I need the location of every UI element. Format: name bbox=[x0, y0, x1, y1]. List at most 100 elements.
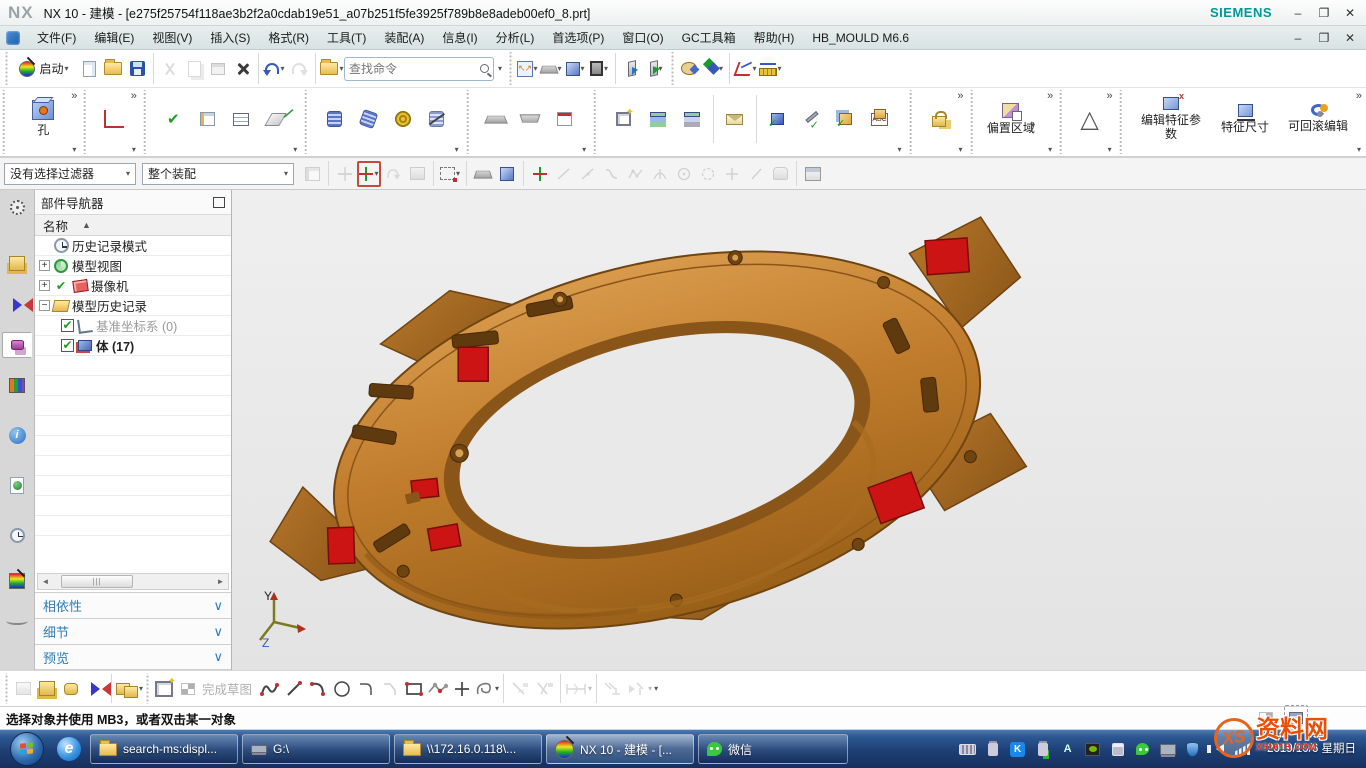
menu-tools[interactable]: 工具(T) bbox=[318, 26, 375, 49]
graphics-window[interactable]: Y Z X bbox=[232, 190, 1366, 670]
pmi-button[interactable]: ▾ bbox=[734, 56, 758, 82]
tree-item-model-views[interactable]: + 模型视图 bbox=[35, 256, 231, 276]
layer-settings-button[interactable] bbox=[641, 102, 675, 136]
note-button[interactable] bbox=[718, 102, 752, 136]
doc-minimize-button[interactable]: – bbox=[1290, 31, 1306, 45]
move-component-button[interactable] bbox=[59, 676, 83, 702]
datum-plane-button[interactable] bbox=[258, 102, 292, 136]
orientation-triad[interactable]: Y Z X bbox=[246, 588, 316, 648]
roller-button[interactable] bbox=[386, 102, 420, 136]
resource-bar-collapse[interactable] bbox=[4, 608, 30, 634]
part-dialog-button[interactable] bbox=[190, 102, 224, 136]
command-search-input[interactable] bbox=[349, 62, 480, 76]
tray-a-app-icon[interactable]: A bbox=[1059, 741, 1076, 757]
doc-close-button[interactable]: ✕ bbox=[1342, 31, 1358, 45]
menu-analysis[interactable]: 分析(L) bbox=[487, 26, 544, 49]
undo-button[interactable]: ▾ bbox=[263, 56, 287, 82]
polyline-button[interactable] bbox=[426, 676, 450, 702]
menu-assemblies[interactable]: 装配(A) bbox=[375, 26, 433, 49]
bounded-frame-button[interactable] bbox=[607, 102, 641, 136]
highlight-filter-button[interactable]: ▾ bbox=[357, 161, 381, 187]
orient-view-button[interactable]: ▾ bbox=[539, 56, 563, 82]
menu-information[interactable]: 信息(I) bbox=[433, 26, 486, 49]
tree-item-body[interactable]: ✔ 体 (17) bbox=[35, 336, 231, 356]
tray-volume-icon[interactable] bbox=[1209, 741, 1226, 757]
menu-format[interactable]: 格式(R) bbox=[259, 26, 318, 49]
collapse-icon[interactable]: − bbox=[39, 300, 50, 311]
true-shading-button[interactable] bbox=[677, 56, 701, 82]
open-recent-button[interactable]: ▾ bbox=[320, 56, 344, 82]
extension-spring-button[interactable] bbox=[352, 102, 386, 136]
new-section-button[interactable] bbox=[620, 56, 644, 82]
section-details[interactable]: 细节 ∨ bbox=[35, 618, 231, 644]
toolbar-grip[interactable] bbox=[4, 52, 9, 85]
rollback-edit-button[interactable]: 可回滚编辑 bbox=[1280, 102, 1356, 135]
scroll-left-arrow[interactable]: ◄ bbox=[38, 577, 53, 586]
menu-edit[interactable]: 编辑(E) bbox=[85, 26, 143, 49]
snap-point-toggle[interactable] bbox=[528, 161, 552, 187]
visual-effects-button[interactable]: ▾ bbox=[701, 56, 725, 82]
menu-hb-mould[interactable]: HB_MOULD M6.6 bbox=[803, 28, 918, 48]
taskbar-gdrive[interactable]: G:\ bbox=[242, 734, 390, 764]
assembly-navigator-tab[interactable] bbox=[4, 252, 30, 278]
scroll-right-arrow[interactable]: ► bbox=[213, 577, 228, 586]
scrollbar-thumb[interactable]: ||| bbox=[61, 575, 133, 588]
tray-display-icon[interactable] bbox=[1159, 741, 1176, 757]
taskbar-network-folder[interactable]: \\172.16.0.118\... bbox=[394, 734, 542, 764]
tray-usb-icon[interactable] bbox=[984, 741, 1001, 757]
fit-view-button[interactable]: ↖↗▾ bbox=[515, 56, 539, 82]
delete-button[interactable] bbox=[230, 56, 254, 82]
menu-help[interactable]: 帮助(H) bbox=[745, 26, 804, 49]
menu-file[interactable]: 文件(F) bbox=[28, 26, 85, 49]
command-finder[interactable] bbox=[344, 57, 494, 81]
validate-body-button[interactable] bbox=[829, 102, 863, 136]
tray-clipboard-icon[interactable] bbox=[1109, 741, 1126, 757]
edit-feature-parameters-button[interactable]: 编辑特征参数 bbox=[1132, 95, 1210, 144]
examine-geometry-button[interactable] bbox=[761, 102, 795, 136]
start-button[interactable] bbox=[10, 732, 44, 766]
circle-button[interactable] bbox=[330, 676, 354, 702]
wave-lock-button[interactable] bbox=[922, 102, 956, 136]
taskbar-nx-window[interactable]: NX 10 - 建模 - [... bbox=[546, 734, 694, 764]
triangle-tool-button[interactable]: △ bbox=[1073, 102, 1107, 136]
rendering-style-button[interactable]: ▾ bbox=[563, 56, 587, 82]
restore-button[interactable]: ❐ bbox=[1316, 6, 1332, 20]
history-palette-tab[interactable] bbox=[4, 472, 30, 498]
tray-wechat-icon[interactable] bbox=[1134, 741, 1151, 757]
wedge-display-button[interactable] bbox=[471, 161, 495, 187]
tree-item-datum-csys[interactable]: ✔ 基准坐标系 (0) bbox=[35, 316, 231, 336]
point-button[interactable] bbox=[450, 676, 474, 702]
assembly-constraints-button[interactable] bbox=[83, 676, 107, 702]
start-menu-button[interactable]: 启动 ▾ bbox=[11, 56, 77, 82]
part-navigator-tab[interactable] bbox=[2, 332, 32, 358]
layer-list-button[interactable] bbox=[675, 102, 709, 136]
select-list-button[interactable] bbox=[547, 102, 581, 136]
taskbar-wechat[interactable]: 微信 bbox=[698, 734, 848, 764]
tray-k-app-icon[interactable]: K bbox=[1009, 741, 1026, 757]
tree-item-model-history[interactable]: − 模型历史记录 bbox=[35, 296, 231, 316]
draft-tool-button[interactable] bbox=[513, 102, 547, 136]
tree-item-cameras[interactable]: + ✔ 摄像机 bbox=[35, 276, 231, 296]
system-clock-tab[interactable] bbox=[4, 522, 30, 548]
open-file-button[interactable] bbox=[101, 56, 125, 82]
new-file-button[interactable] bbox=[77, 56, 101, 82]
menu-window[interactable]: 窗口(O) bbox=[613, 26, 672, 49]
sketch-check-button[interactable]: ✔ bbox=[156, 102, 190, 136]
fix-geometry-button[interactable] bbox=[795, 102, 829, 136]
web-browser-tab[interactable]: i bbox=[4, 422, 30, 448]
feature-dimensions-button[interactable]: 特征尺寸 bbox=[1210, 102, 1280, 136]
constraint-navigator-tab[interactable] bbox=[4, 292, 30, 318]
browser-quicklaunch[interactable]: e bbox=[52, 734, 86, 764]
reuse-library-tab[interactable] bbox=[4, 372, 30, 398]
body-checkbox[interactable]: ✔ bbox=[61, 339, 74, 352]
grid-snap-button[interactable] bbox=[801, 161, 825, 187]
taskbar-search-folder[interactable]: search-ms:displ... bbox=[90, 734, 238, 764]
selection-scope-dropdown[interactable]: 整个装配▾ bbox=[142, 163, 294, 185]
menu-view[interactable]: 视图(V) bbox=[143, 26, 201, 49]
chamfer-tool-button[interactable] bbox=[479, 102, 513, 136]
pattern-component-button[interactable]: ▾ bbox=[116, 676, 143, 702]
arc-button[interactable] bbox=[306, 676, 330, 702]
menu-gc-toolbox[interactable]: GC工具箱 bbox=[673, 26, 745, 49]
delete-spring-button[interactable] bbox=[420, 102, 454, 136]
rapid-dimension-button[interactable] bbox=[97, 102, 131, 136]
